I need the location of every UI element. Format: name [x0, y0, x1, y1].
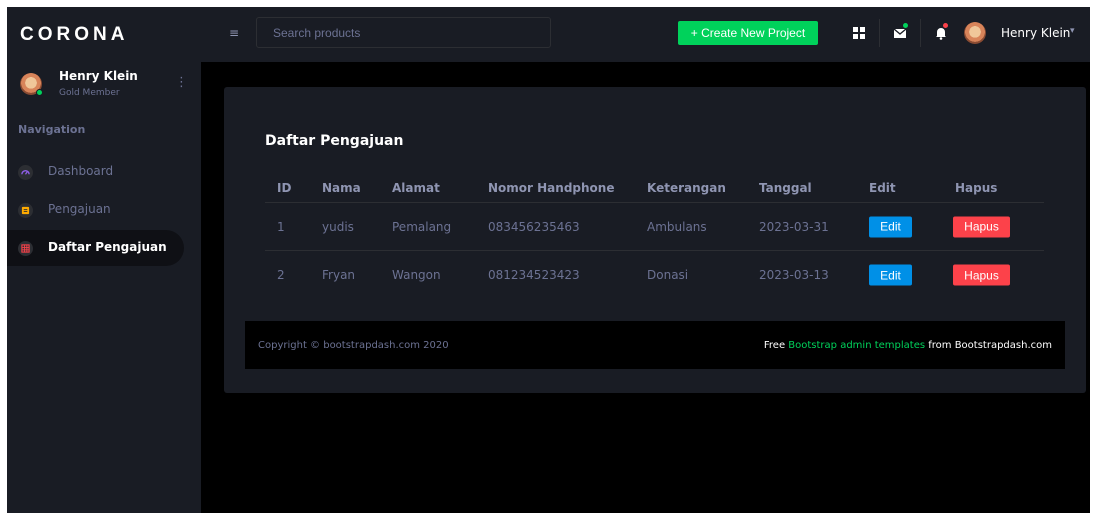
column-header: Edit: [869, 180, 896, 195]
column-header: Alamat: [392, 180, 440, 195]
cell-id: 1: [277, 219, 285, 234]
column-header: ID: [277, 180, 292, 195]
cell-nomor-handphone: 083456235463: [488, 219, 580, 234]
table-header-row: ID Nama Alamat Nomor Handphone Keteranga…: [265, 173, 1044, 203]
submissions-table: ID Nama Alamat Nomor Handphone Keteranga…: [265, 173, 1044, 299]
app-window: CORONA Henry Klein Gold Member ⋮ Navigat…: [7, 7, 1090, 513]
cell-keterangan: Donasi: [647, 268, 689, 282]
column-header: Tanggal: [759, 180, 812, 195]
sidebar-item-label: Pengajuan: [48, 202, 111, 216]
profile-avatar[interactable]: [20, 73, 43, 96]
topbar-divider: [879, 19, 880, 47]
online-status-dot: [36, 89, 43, 96]
sidebar-item-daftar-pengajuan[interactable]: Daftar Pengajuan: [7, 230, 184, 266]
hamburger-icon[interactable]: ≡: [229, 26, 239, 40]
speedometer-icon: [18, 165, 33, 180]
bootstrap-templates-link[interactable]: Bootstrap admin templates: [788, 340, 925, 351]
brand-logo[interactable]: CORONA: [20, 24, 128, 46]
cell-alamat: Pemalang: [392, 219, 452, 234]
footer-credits: Free Bootstrap admin templates from Boot…: [764, 340, 1052, 351]
document-icon: [18, 203, 33, 218]
vertical-dots-icon[interactable]: ⋮: [175, 76, 188, 90]
chevron-down-icon[interactable]: ▾: [1070, 26, 1075, 36]
cell-tanggal: 2023-03-13: [759, 268, 829, 282]
bell-icon[interactable]: [934, 23, 948, 40]
grid-icon[interactable]: [852, 25, 866, 39]
column-header: Hapus: [955, 180, 998, 195]
footer-prefix: Free: [763, 340, 789, 351]
user-avatar[interactable]: [964, 22, 986, 44]
table-icon: [18, 241, 33, 256]
cell-nomor-handphone: 081234523423: [488, 268, 580, 282]
create-new-project-button[interactable]: + Create New Project: [678, 21, 818, 45]
cell-keterangan: Ambulans: [647, 219, 707, 234]
notification-badge-dot: [943, 23, 948, 28]
footer-copyright: Copyright © bootstrapdash.com 2020: [258, 340, 449, 351]
delete-button[interactable]: Hapus: [953, 264, 1010, 286]
cell-nama: yudis: [322, 219, 354, 234]
mail-badge-dot: [903, 23, 908, 28]
page-footer: Copyright © bootstrapdash.com 2020 Free …: [245, 321, 1065, 369]
cell-alamat: Wangon: [392, 268, 441, 282]
user-name[interactable]: Henry Klein: [1001, 26, 1070, 40]
edit-button[interactable]: Edit: [869, 264, 912, 286]
nav-section-title: Navigation: [18, 123, 86, 136]
cell-id: 2: [277, 268, 285, 282]
profile-name: Henry Klein: [59, 69, 138, 83]
cell-tanggal: 2023-03-31: [759, 219, 829, 234]
card-title: Daftar Pengajuan: [265, 133, 404, 149]
column-header: Nama: [322, 180, 361, 195]
delete-button[interactable]: Hapus: [953, 216, 1010, 237]
table-row: 2 Fryan Wangon 081234523423 Donasi 2023-…: [265, 251, 1044, 299]
table-row: 1 yudis Pemalang 083456235463 Ambulans 2…: [265, 203, 1044, 251]
sidebar-profile: Henry Klein Gold Member ⋮: [7, 67, 201, 107]
topbar-divider: [920, 19, 921, 47]
sidebar-item-dashboard[interactable]: Dashboard: [7, 154, 184, 190]
sidebar-item-pengajuan[interactable]: Pengajuan: [7, 192, 184, 228]
edit-button[interactable]: Edit: [869, 216, 912, 237]
sidebar-item-label: Daftar Pengajuan: [48, 240, 167, 254]
sidebar-item-label: Dashboard: [48, 164, 114, 178]
profile-role: Gold Member: [59, 88, 120, 98]
mail-icon[interactable]: [893, 23, 908, 39]
sidebar: CORONA Henry Klein Gold Member ⋮ Navigat…: [7, 7, 201, 513]
top-navbar: ≡ + Create New Project Henry Klein ▾: [201, 7, 1090, 62]
column-header: Nomor Handphone: [488, 180, 615, 195]
search-input[interactable]: [256, 17, 551, 48]
footer-suffix: from Bootstrapdash.com: [925, 340, 1052, 351]
cell-nama: Fryan: [322, 268, 356, 282]
column-header: Keterangan: [647, 180, 726, 195]
